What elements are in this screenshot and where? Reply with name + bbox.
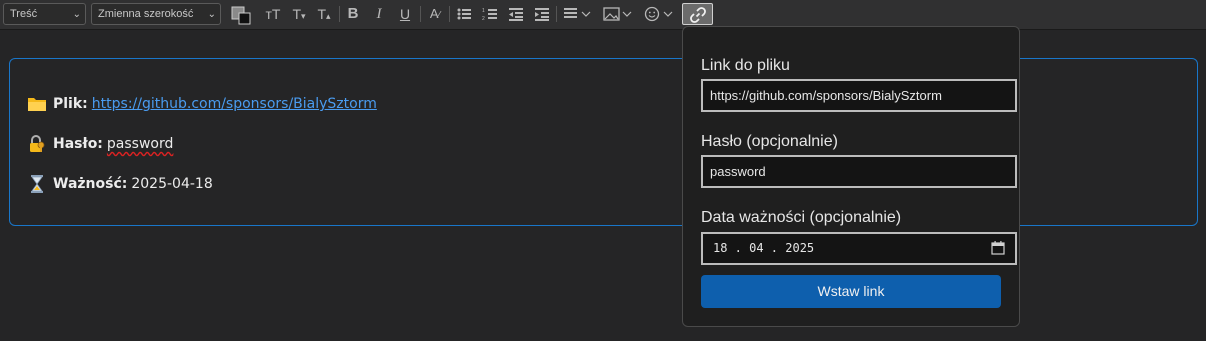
emoji-dropdown-button[interactable] (643, 4, 677, 24)
expiry-line: Ważność: 2025-04-18 (27, 173, 213, 195)
editor-toolbar: Treść ⌄ Zmienna szerokość ⌄ ᴛT T▾ T▴ B I… (0, 0, 1206, 30)
link-icon (689, 7, 706, 23)
toolbar-divider (339, 6, 340, 22)
password-label: Hasło: (53, 136, 103, 152)
date-field-label: Data ważności (opcjonalnie) (701, 209, 902, 226)
font-size-icon[interactable]: ᴛT (263, 4, 283, 24)
align-dropdown-button[interactable] (562, 4, 594, 24)
password-line: Hasło: password (27, 133, 173, 155)
smiley-icon (644, 6, 673, 22)
svg-text:1: 1 (482, 8, 485, 14)
bold-icon[interactable]: B (344, 4, 362, 24)
locked-with-key-icon (30, 135, 45, 152)
clear-format-icon[interactable]: A⁄ (425, 4, 445, 24)
indent-icon[interactable] (533, 4, 551, 24)
color-swatch-icon (231, 6, 251, 25)
password-value: password (106, 136, 174, 152)
paragraph-style-select[interactable]: Treść ⌄ (3, 3, 86, 25)
image-dropdown-button[interactable] (602, 4, 636, 24)
image-icon (603, 7, 632, 21)
chevron-down-icon: ⌄ (72, 9, 81, 20)
file-line: Plik: https://github.com/sponsors/BialyS… (27, 93, 377, 115)
insert-link-submit-button[interactable]: Wstaw link (701, 275, 1001, 308)
expiry-label: Ważność: (53, 176, 128, 192)
link-field-label: Link do pliku (701, 57, 790, 74)
hourglass-icon (31, 175, 43, 193)
font-width-select[interactable]: Zmienna szerokość ⌄ (91, 3, 221, 25)
date-value: 18 . 04 . 2025 (713, 241, 815, 255)
link-input[interactable]: https://github.com/sponsors/BialySztorm (701, 79, 1017, 112)
outdent-icon[interactable] (507, 4, 525, 24)
align-icon (564, 8, 591, 18)
file-label: Plik: (53, 96, 88, 112)
password-input[interactable]: password (701, 155, 1017, 188)
chevron-down-icon: ⌄ (207, 9, 216, 20)
italic-icon[interactable]: I (370, 4, 388, 24)
font-width-value: Zmienna szerokość (98, 8, 194, 20)
color-picker-button[interactable] (228, 4, 254, 25)
insert-link-popup: Link do pliku https://github.com/sponsor… (682, 26, 1020, 327)
toolbar-divider (449, 6, 450, 22)
numbered-list-icon[interactable]: 12 (481, 4, 499, 24)
bullet-list-icon[interactable] (455, 4, 473, 24)
expiry-value: 2025-04-18 (131, 176, 213, 192)
file-link[interactable]: https://github.com/sponsors/BialySztorm (92, 96, 377, 112)
folder-icon (28, 98, 46, 111)
paragraph-style-value: Treść (10, 8, 38, 20)
underline-icon[interactable]: U (396, 4, 414, 24)
svg-text:2: 2 (482, 16, 485, 22)
insert-link-button[interactable] (682, 3, 713, 25)
font-size-decrease-icon[interactable]: T▾ (289, 4, 309, 24)
toolbar-divider (556, 6, 557, 22)
font-size-increase-icon[interactable]: T▴ (314, 4, 334, 24)
calendar-icon[interactable] (991, 241, 1005, 255)
date-input[interactable]: 18 . 04 . 2025 (701, 232, 1017, 265)
password-field-label: Hasło (opcjonalnie) (701, 133, 838, 150)
toolbar-divider (420, 6, 421, 22)
